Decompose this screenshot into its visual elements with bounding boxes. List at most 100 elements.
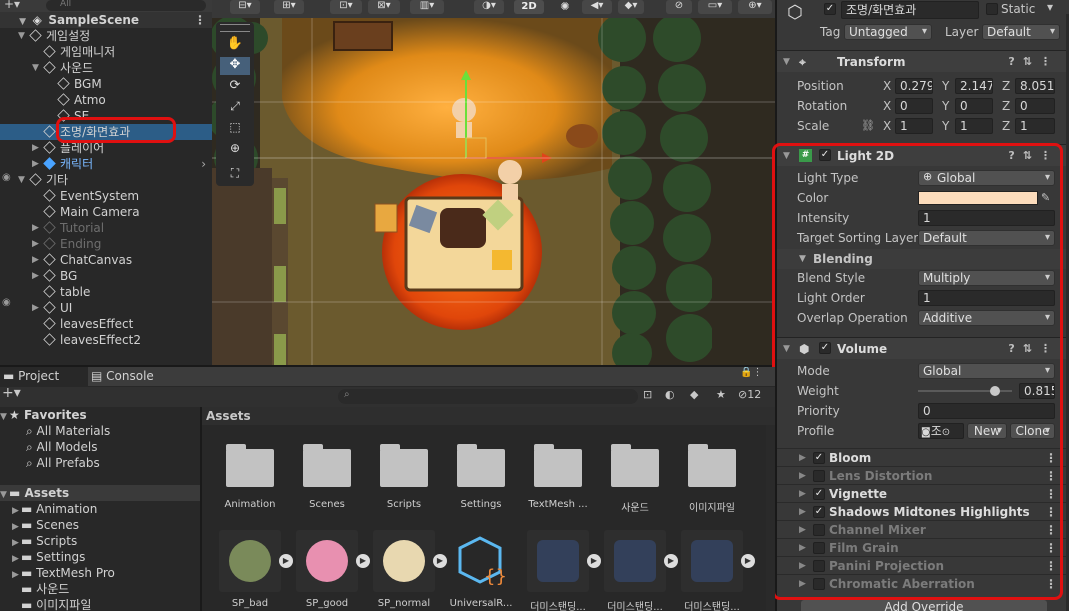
collapse-icon[interactable]: ▼ [783, 51, 790, 73]
expand-play-icon[interactable]: ▶ [279, 554, 293, 568]
asset-folder-tile[interactable]: Settings [446, 444, 516, 510]
palette-grip-icon[interactable] [220, 24, 250, 32]
position-z-field[interactable]: 8.0513 [1015, 78, 1055, 94]
position-y-field[interactable]: 2.1477 [955, 78, 993, 94]
hierarchy-item[interactable]: ▶ BG [0, 268, 212, 284]
hierarchy-item[interactable]: BGM [0, 76, 212, 92]
project-search-input[interactable]: ⌕ [338, 389, 638, 404]
expand-triangle-icon[interactable]: ▶ [32, 300, 41, 316]
constrain-link-icon[interactable]: ⛓ [861, 116, 875, 136]
camera-icon[interactable]: ▭▾ [698, 0, 732, 14]
asset-item-tile[interactable]: ▶ 더미스탠딩... [600, 530, 678, 611]
asset-folder-item[interactable]: ▬ 이미지파일 [0, 597, 200, 611]
asset-folder-tile[interactable]: Scripts [369, 444, 439, 510]
asset-folder-item[interactable]: ▶ ▬ Scripts [0, 533, 200, 549]
rotation-y-field[interactable]: 0 [955, 98, 993, 114]
hierarchy-item[interactable]: ▶ Tutorial [0, 220, 212, 236]
asset-folder-tile[interactable]: TextMesh ... [523, 444, 593, 510]
shading-icon[interactable]: ◑▾ [474, 0, 504, 14]
scale-tool-icon[interactable]: ⤢ [220, 99, 250, 117]
favorites-star-icon[interactable]: ★ [716, 388, 726, 401]
tab-project[interactable]: ▬ Project [0, 367, 88, 386]
asset-item-tile[interactable]: ▶ SP_good [292, 530, 370, 609]
favorite-item[interactable]: ⌕ All Models [0, 439, 200, 455]
favorites-row[interactable]: ▼ ★ Favorites [0, 407, 200, 423]
scene-row[interactable]: ▼ ◈ SampleScene ⋮ [0, 12, 212, 28]
chevron-right-icon[interactable]: › [201, 156, 206, 172]
asset-folder-tile[interactable]: 사운드 [600, 444, 670, 514]
hierarchy-item[interactable]: ▶ UI [0, 300, 212, 316]
hierarchy-item[interactable]: ▶ Ending [0, 236, 212, 252]
snap-icon[interactable]: ⊡▾ [330, 0, 362, 14]
component-header-icons[interactable]: ?⇅⋮ [1008, 51, 1059, 73]
lighting-icon[interactable]: ✺ [554, 0, 576, 14]
create-icon[interactable]: +▾ [2, 385, 21, 401]
hierarchy-item[interactable]: ▼ 게임설정 [0, 28, 212, 44]
asset-folder-tile[interactable]: Animation [215, 444, 285, 510]
grid-icon[interactable]: ⊞▾ [274, 0, 304, 14]
expand-play-icon[interactable]: ▶ [433, 554, 447, 568]
expand-play-icon[interactable]: ▶ [587, 554, 601, 568]
transform-header[interactable]: ▼ ⌖ Transform ?⇅⋮ [777, 50, 1069, 72]
layer-dropdown[interactable]: Default [982, 24, 1060, 40]
asset-folder-item[interactable]: ▶ ▬ Settings [0, 549, 200, 565]
static-checkbox[interactable] [986, 3, 998, 15]
expand-triangle-icon[interactable]: ▶ [32, 156, 41, 172]
hierarchy-item[interactable]: Main Camera [0, 204, 212, 220]
increment-snap-icon[interactable]: ⊠▾ [368, 0, 400, 14]
2d-mode-button[interactable]: 2D [514, 0, 544, 14]
hierarchy-item[interactable]: 게임매니저 [0, 44, 212, 60]
expand-triangle-icon[interactable]: ▶ [32, 236, 41, 252]
rotate-tool-icon[interactable]: ⟳ [220, 78, 250, 96]
scale-y-field[interactable]: 1 [955, 118, 993, 134]
custom-tool-icon[interactable]: ⛶ [220, 166, 250, 184]
active-checkbox[interactable]: ✓ [824, 3, 836, 15]
asset-item-tile[interactable]: {} UniversalR... [446, 530, 516, 609]
asset-folder-item[interactable]: ▶ ▬ Scenes [0, 517, 200, 533]
expand-play-icon[interactable]: ▶ [664, 554, 678, 568]
hierarchy-item[interactable]: ▼ 기타 [0, 172, 212, 188]
asset-item-tile[interactable]: ▶ SP_normal [369, 530, 447, 609]
audio-icon[interactable]: ◀▾ [582, 0, 612, 14]
hierarchy-item[interactable]: ▼ 사운드 [0, 60, 212, 76]
expand-triangle-icon[interactable]: ▶ [32, 268, 41, 284]
asset-item-tile[interactable]: ▶ SP_bad [215, 530, 293, 609]
hierarchy-item[interactable]: leavesEffect [0, 316, 212, 332]
search-filter-icon[interactable]: ⊡ [643, 388, 652, 401]
expand-triangle-icon[interactable]: ▶ [32, 252, 41, 268]
expand-play-icon[interactable]: ▶ [741, 554, 755, 568]
object-name-field[interactable]: 조명/화면효과 [841, 1, 979, 19]
effects-icon[interactable]: ◆▾ [618, 0, 644, 14]
assets-scrollbar[interactable] [766, 425, 775, 611]
asset-folder-tile[interactable]: 이미지파일 [677, 444, 747, 514]
tag-dropdown[interactable]: Untagged [844, 24, 932, 40]
asset-folder-item[interactable]: ▶ ▬ Animation [0, 501, 200, 517]
scene-view[interactable]: ✋ ✥ ⟳ ⤢ ⬚ ⊕ ⛶ [212, 18, 775, 365]
expand-triangle-icon[interactable]: ▼ [18, 28, 27, 44]
add-override-button[interactable]: Add Override [801, 600, 1047, 611]
gizmos-icon[interactable]: ⊕▾ [738, 0, 772, 14]
rotation-z-field[interactable]: 0 [1015, 98, 1055, 114]
move-tool-icon[interactable]: ✥ [220, 57, 250, 75]
hierarchy-search-input[interactable]: All [46, 0, 206, 11]
position-x-field[interactable]: 0.2793 [895, 78, 933, 94]
ruler-icon[interactable]: ▥▾ [410, 0, 444, 14]
expand-triangle-icon[interactable]: ▶ [32, 140, 41, 156]
asset-item-tile[interactable]: ▶ 더미스탠딩... [677, 530, 755, 611]
expand-triangle-icon[interactable]: ▼ [32, 60, 41, 76]
hand-tool-icon[interactable]: ✋ [220, 36, 250, 54]
transform-tool-icon[interactable]: ⊕ [220, 141, 250, 159]
hierarchy-item[interactable]: Atmo [0, 92, 212, 108]
asset-folder-tile[interactable]: Scenes [292, 444, 362, 510]
lock-icon[interactable]: 🔒⋮ [740, 367, 762, 378]
hidden-objects-icon[interactable]: ⊘ [666, 0, 692, 14]
expand-triangle-icon[interactable]: ▼ [18, 172, 27, 188]
assets-root-row[interactable]: ▼ ▬ Assets [0, 485, 200, 501]
hierarchy-item[interactable]: EventSystem [0, 188, 212, 204]
tab-console[interactable]: ▤ Console [88, 367, 176, 386]
draw-mode-icon[interactable]: ⊟▾ [230, 0, 260, 14]
expand-play-icon[interactable]: ▶ [356, 554, 370, 568]
hierarchy-item[interactable]: leavesEffect2 [0, 332, 212, 348]
rect-tool-icon[interactable]: ⬚ [220, 120, 250, 138]
expand-triangle-icon[interactable]: ▶ [32, 220, 41, 236]
